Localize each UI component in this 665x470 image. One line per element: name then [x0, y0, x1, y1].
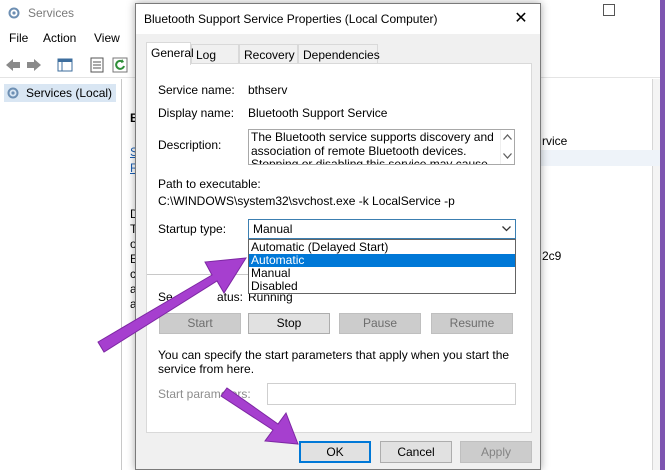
resume-button[interactable]: Resume	[431, 313, 513, 334]
chevron-up-icon[interactable]	[503, 134, 512, 140]
start-button[interactable]: Start	[159, 313, 241, 334]
service-name-label: Service name:	[158, 83, 235, 97]
startup-type-dropdown: Automatic (Delayed Start) Automatic Manu…	[248, 239, 516, 294]
tab-strip: General Log On Recovery Dependencies	[146, 42, 526, 76]
dialog-title: Bluetooth Support Service Properties (Lo…	[144, 12, 438, 26]
service-status-label: Se	[158, 290, 173, 304]
pause-button[interactable]: Pause	[339, 313, 421, 334]
properties-icon[interactable]	[88, 56, 106, 74]
tab-log-on[interactable]: Log On	[191, 44, 239, 76]
description-textbox[interactable]: The Bluetooth service supports discovery…	[248, 129, 515, 165]
description-scrollbar[interactable]	[500, 130, 514, 164]
display-name-value[interactable]: Bluetooth Support Service	[248, 106, 387, 120]
close-icon[interactable]: ✕	[508, 8, 534, 30]
menu-file[interactable]: File	[9, 31, 28, 45]
cancel-button[interactable]: Cancel	[380, 441, 452, 463]
path-label: Path to executable:	[158, 177, 261, 191]
services-gear-icon	[7, 87, 19, 99]
services-window-title: Services	[28, 6, 75, 20]
console-tree-pane: Services (Local)	[0, 79, 122, 470]
peek-service-text: rvice	[542, 134, 568, 148]
window-frame-edge	[660, 0, 665, 470]
service-name-value: bthserv	[248, 83, 288, 97]
start-params-label: Start parameters:	[158, 387, 251, 401]
peek-service-id: 2c9	[542, 249, 562, 263]
display-name-label: Display name:	[158, 106, 235, 120]
stop-button[interactable]: Stop	[248, 313, 330, 334]
startup-type-select[interactable]: Manual	[248, 219, 516, 239]
refresh-icon[interactable]	[111, 56, 129, 74]
description-text: The Bluetooth service supports discovery…	[251, 130, 494, 165]
selected-row-band	[540, 150, 660, 166]
section-divider	[147, 274, 248, 275]
description-label: Description:	[158, 138, 222, 152]
services-gear-icon	[8, 7, 20, 19]
tab-dependencies[interactable]: Dependencies	[298, 44, 380, 64]
chevron-down-icon	[502, 226, 511, 232]
menu-action[interactable]: Action	[43, 31, 76, 45]
properties-dialog: Bluetooth Support Service Properties (Lo…	[135, 3, 541, 470]
apply-button[interactable]: Apply	[460, 441, 532, 463]
path-value: C:\WINDOWS\system32\svchost.exe -k Local…	[158, 194, 455, 208]
forward-arrow-icon[interactable]	[25, 56, 43, 74]
tree-item-label: Services (Local)	[26, 86, 113, 100]
ok-button[interactable]: OK	[299, 441, 371, 463]
general-tab-panel: Service name: bthserv Display name: Blue…	[146, 63, 532, 433]
service-status-label-tail: atus:	[217, 290, 244, 304]
menu-view[interactable]: View	[94, 31, 120, 45]
startup-type-label: Startup type:	[158, 222, 227, 236]
console-tree-icon[interactable]	[56, 56, 74, 74]
startup-type-selected: Manual	[253, 222, 293, 236]
dialog-titlebar: Bluetooth Support Service Properties (Lo…	[136, 4, 540, 34]
tree-item-services-local[interactable]: Services (Local)	[4, 84, 116, 102]
back-arrow-icon[interactable]	[4, 56, 22, 74]
tab-general[interactable]: General	[146, 42, 194, 65]
params-hint: You can specify the start parameters tha…	[158, 348, 510, 376]
screenshot-stage: Services File Action View Services (Loca…	[0, 0, 665, 470]
chevron-down-icon[interactable]	[503, 153, 512, 159]
maximize-icon[interactable]	[603, 4, 615, 16]
tab-recovery[interactable]: Recovery	[239, 44, 298, 64]
option-disabled[interactable]: Disabled	[249, 280, 515, 293]
start-params-input[interactable]	[267, 383, 516, 405]
